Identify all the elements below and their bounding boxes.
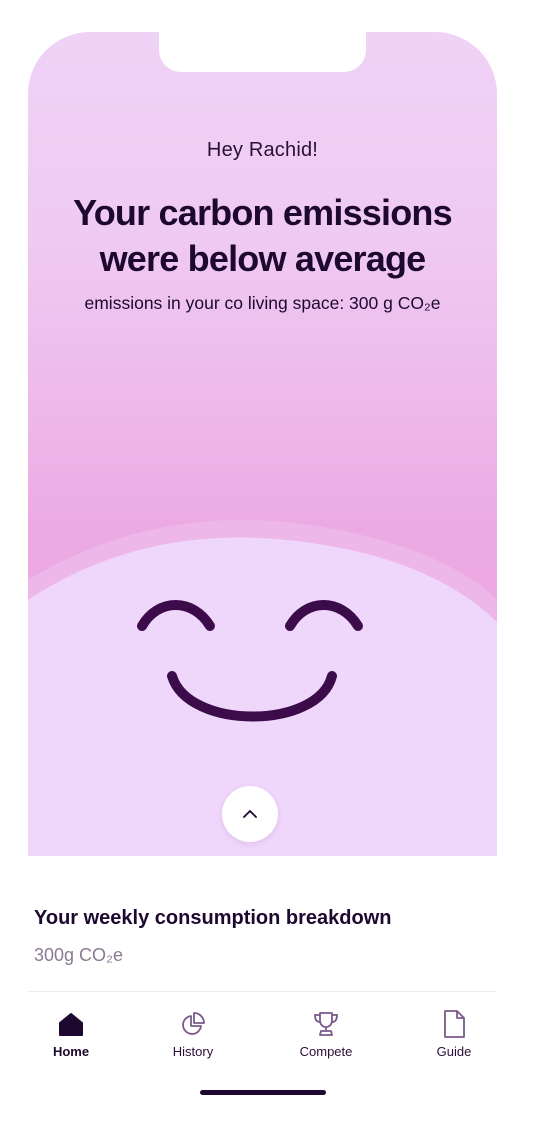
expand-button[interactable] <box>222 786 278 842</box>
headline-line-2: were below average <box>99 238 427 279</box>
tab-guide-label: Guide <box>436 1044 472 1059</box>
divider <box>28 991 497 992</box>
headline-line-1: Your carbon emissions <box>73 192 452 233</box>
tab-history[interactable]: History <box>148 1008 238 1068</box>
document-icon <box>444 1010 465 1038</box>
pie-chart-icon <box>182 1012 205 1035</box>
bottom-tab-bar: Home History Compete Guide <box>28 1008 497 1068</box>
device-notch <box>159 32 366 72</box>
smiling-face-icon <box>137 600 363 722</box>
tab-guide[interactable]: Guide <box>409 1008 499 1068</box>
tab-compete-label: Compete <box>299 1044 353 1059</box>
tab-history-label: History <box>172 1044 214 1059</box>
tab-compete[interactable]: Compete <box>281 1008 371 1068</box>
chevron-up-icon <box>243 810 257 818</box>
home-screen: Hey Rachid! Your carbon emissions were b… <box>0 0 535 1137</box>
home-indicator[interactable] <box>200 1090 326 1095</box>
page-title: Your carbon emissions were below average <box>28 190 497 282</box>
trophy-icon <box>314 1012 338 1036</box>
breakdown-value: 300g CO₂e <box>34 945 124 965</box>
breakdown-title: Your weekly consumption breakdown <box>34 907 392 929</box>
home-icon <box>59 1013 83 1036</box>
tab-home[interactable]: Home <box>26 1008 116 1068</box>
greeting-text: Hey Rachid! <box>206 139 319 161</box>
emissions-summary: emissions in your co living space: 300 g… <box>84 293 441 313</box>
tab-home-label: Home <box>52 1044 90 1059</box>
